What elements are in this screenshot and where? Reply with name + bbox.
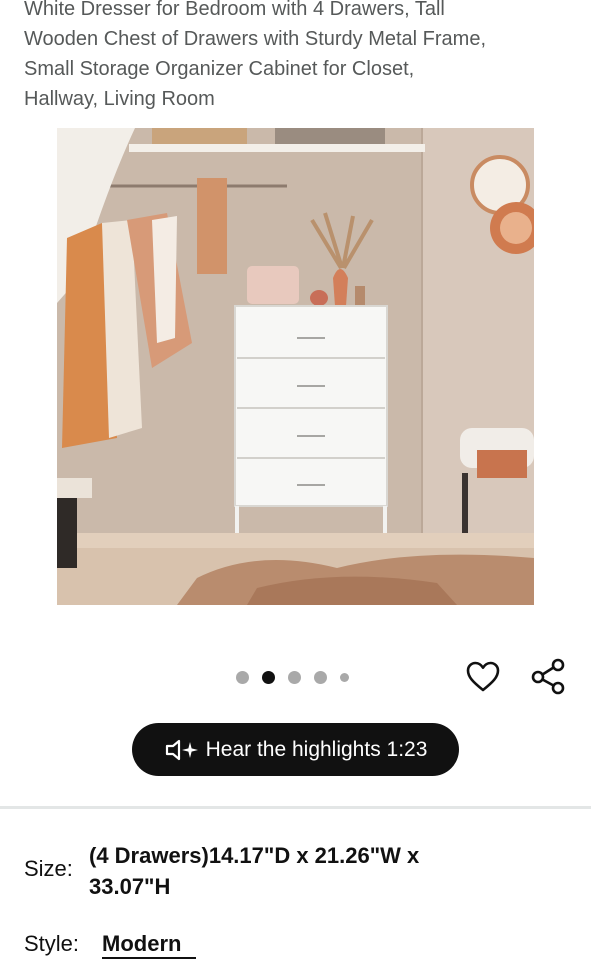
- size-value-line: 33.07"H: [89, 874, 171, 899]
- size-value-line: (4 Drawers)14.17"D x 21.26"W x: [89, 843, 420, 868]
- style-underline: [102, 957, 196, 959]
- share-button[interactable]: [529, 657, 567, 695]
- image-carousel-dots[interactable]: [236, 670, 349, 684]
- speaker-sparkle-icon: [165, 739, 198, 760]
- carousel-dot-active[interactable]: [262, 670, 275, 684]
- share-icon: [531, 658, 565, 695]
- style-selected-value[interactable]: Modern: [102, 931, 181, 957]
- carousel-dot[interactable]: [236, 670, 249, 684]
- carousel-dot[interactable]: [314, 670, 327, 684]
- product-image[interactable]: [57, 128, 534, 605]
- carousel-dot[interactable]: [288, 670, 301, 684]
- product-title-line: Small Storage Organizer Cabinet for Clos…: [24, 58, 415, 80]
- size-selected-value[interactable]: (4 Drawers)14.17"D x 21.26"W x 33.07"H: [89, 840, 539, 902]
- favorite-button[interactable]: [465, 659, 501, 695]
- section-divider: [0, 806, 591, 809]
- style-label: Style:: [24, 931, 80, 956]
- hear-highlights-label: Hear the highlights 1:23: [205, 737, 428, 761]
- hear-highlights-button[interactable]: Hear the highlights 1:23: [132, 723, 459, 776]
- product-title-line: Wooden Chest of Drawers with Sturdy Meta…: [24, 28, 487, 50]
- product-title: White Dresser for Bedroom with 4 Drawers…: [24, 0, 574, 114]
- product-title-line: Hallway, Living Room: [24, 88, 215, 110]
- product-title-line: White Dresser for Bedroom with 4 Drawers…: [24, 0, 445, 20]
- heart-icon: [466, 661, 500, 692]
- carousel-dot[interactable]: [340, 672, 349, 682]
- size-label: Size:: [24, 856, 73, 881]
